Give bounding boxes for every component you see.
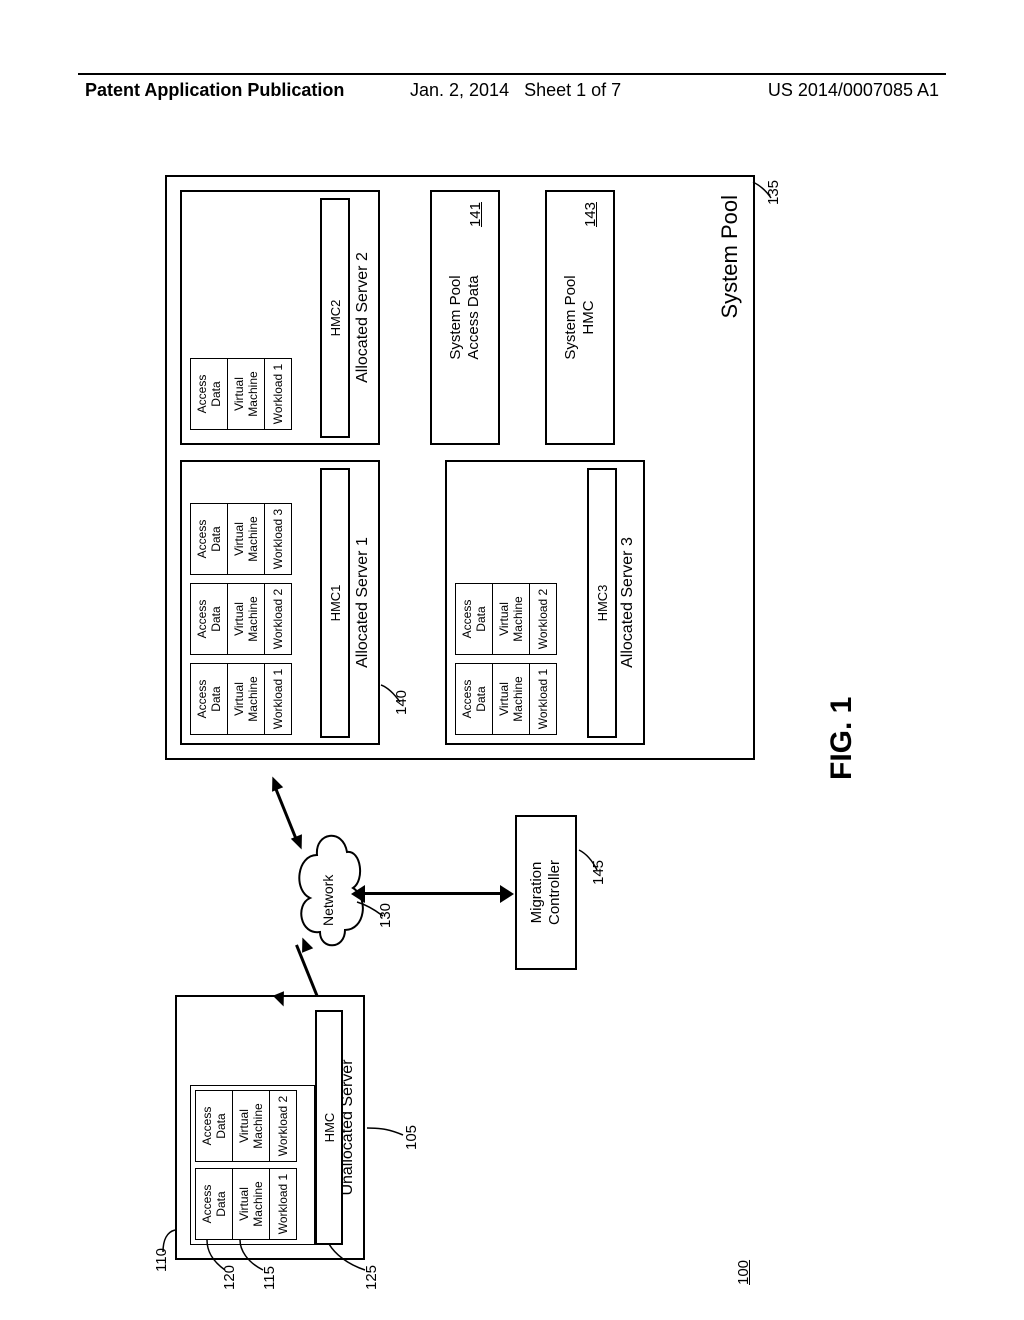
ref-141: 141 (467, 202, 485, 227)
hmc3-box: HMC3 (587, 468, 617, 738)
access-data-cell: Access Data (190, 663, 227, 735)
ref-100: 100 (735, 1260, 752, 1285)
workload-stack-a3-1: Access Data Virtual Machine Workload 1 (455, 663, 557, 735)
workload-2-cell: Workload 2 (264, 583, 292, 655)
hmc1-label: HMC1 (328, 585, 343, 622)
hmc2-label: HMC2 (328, 300, 343, 337)
ref-143: 143 (582, 202, 600, 227)
access-data-cell: Access Data (455, 663, 492, 735)
header-sheet: Sheet 1 of 7 (524, 80, 621, 100)
access-data-cell: Access Data (195, 1168, 232, 1240)
header-rule-top (78, 73, 946, 75)
ref-140: 140 (393, 690, 410, 715)
system-pool-access-data-label-l1: System Pool (447, 275, 464, 359)
figure-canvas: 100 Unallocated Server Access Data Virtu… (135, 160, 909, 1300)
workload-1-cell: Workload 1 (529, 663, 557, 735)
workload-stack-a1-1: Access Data Virtual Machine Workload 1 (190, 663, 292, 735)
virtual-machine-cell: Virtual Machine (227, 583, 264, 655)
ref-135: 135 (765, 180, 782, 205)
ref-105: 105 (403, 1125, 420, 1150)
ref-125: 125 (363, 1265, 380, 1290)
arrow-cloud-down (395, 893, 505, 896)
workload-stack-a3-2: Access Data Virtual Machine Workload 2 (455, 583, 557, 655)
migration-controller-box: Migration Controller (515, 815, 577, 970)
access-data-cell: Access Data (190, 358, 227, 430)
hmc-unallocated: HMC (315, 1010, 343, 1245)
system-pool-access-data-label-l2: Access Data (465, 275, 482, 359)
access-data-cell: Access Data (455, 583, 492, 655)
virtual-machine-cell: Virtual Machine (227, 358, 264, 430)
workload-stack-u1: Access Data Virtual Machine Workload 1 (195, 1168, 297, 1240)
arrow-head-right (267, 774, 283, 791)
workload-2-cell: Workload 2 (269, 1090, 297, 1162)
ref-115: 115 (261, 1266, 278, 1290)
access-data-cell: Access Data (190, 503, 227, 575)
workload-stack-a1-2: Access Data Virtual Machine Workload 2 (190, 583, 292, 655)
workload-3-cell: Workload 3 (264, 503, 292, 575)
allocated-server-3-label: Allocated Server 3 (619, 537, 637, 668)
workload-2-cell: Workload 2 (529, 583, 557, 655)
access-data-cell: Access Data (195, 1090, 232, 1162)
system-pool-label: System Pool (717, 195, 743, 319)
virtual-machine-cell: Virtual Machine (227, 663, 264, 735)
access-data-cell: Access Data (190, 583, 227, 655)
network-label: Network (320, 875, 336, 926)
workload-1-cell: Workload 1 (264, 358, 292, 430)
ref-145: 145 (590, 860, 607, 885)
migration-controller-label-2: Controller (546, 860, 563, 925)
virtual-machine-cell: Virtual Machine (232, 1090, 269, 1162)
virtual-machine-cell: Virtual Machine (227, 503, 264, 575)
hmc1-box: HMC1 (320, 468, 350, 738)
hmc3-label: HMC3 (595, 585, 610, 622)
ref-130: 130 (377, 903, 394, 928)
hmc-label: HMC (322, 1113, 337, 1143)
ref-120: 120 (221, 1265, 238, 1290)
header-date: Jan. 2, 2014 (410, 80, 509, 100)
page: Patent Application Publication Jan. 2, 2… (0, 0, 1024, 1320)
workload-stack-a2-1: Access Data Virtual Machine Workload 1 (190, 358, 292, 430)
header-pubnum: US 2014/0007085 A1 (768, 80, 939, 101)
system-pool-hmc-label-l1: System Pool (562, 275, 579, 359)
figure-1: 100 Unallocated Server Access Data Virtu… (0, 343, 1024, 1117)
arrow-head-down (500, 885, 514, 903)
arrow-head-up (351, 885, 365, 903)
figure-label: FIG. 1 (825, 697, 859, 780)
workload-1-cell: Workload 1 (269, 1168, 297, 1240)
system-pool-hmc-box: System Pool HMC 143 (545, 190, 615, 445)
workload-1-cell: Workload 1 (264, 663, 292, 735)
system-pool-access-data-box: System Pool Access Data 141 (430, 190, 500, 445)
virtual-machine-cell: Virtual Machine (232, 1168, 269, 1240)
system-pool-hmc-label-l2: HMC (580, 300, 597, 334)
virtual-machine-cell: Virtual Machine (492, 663, 529, 735)
ref-110: 110 (153, 1248, 170, 1272)
migration-controller-label-1: Migration (528, 862, 545, 924)
header-date-sheet: Jan. 2, 2014 Sheet 1 of 7 (410, 80, 621, 101)
workload-stack-a1-3: Access Data Virtual Machine Workload 3 (190, 503, 292, 575)
allocated-server-1-label: Allocated Server 1 (354, 537, 372, 668)
hmc2-box: HMC2 (320, 198, 350, 438)
virtual-machine-cell: Virtual Machine (492, 583, 529, 655)
workload-stack-u2: Access Data Virtual Machine Workload 2 (195, 1090, 297, 1162)
header-publication: Patent Application Publication (85, 80, 344, 101)
allocated-server-2-label: Allocated Server 2 (354, 252, 372, 383)
